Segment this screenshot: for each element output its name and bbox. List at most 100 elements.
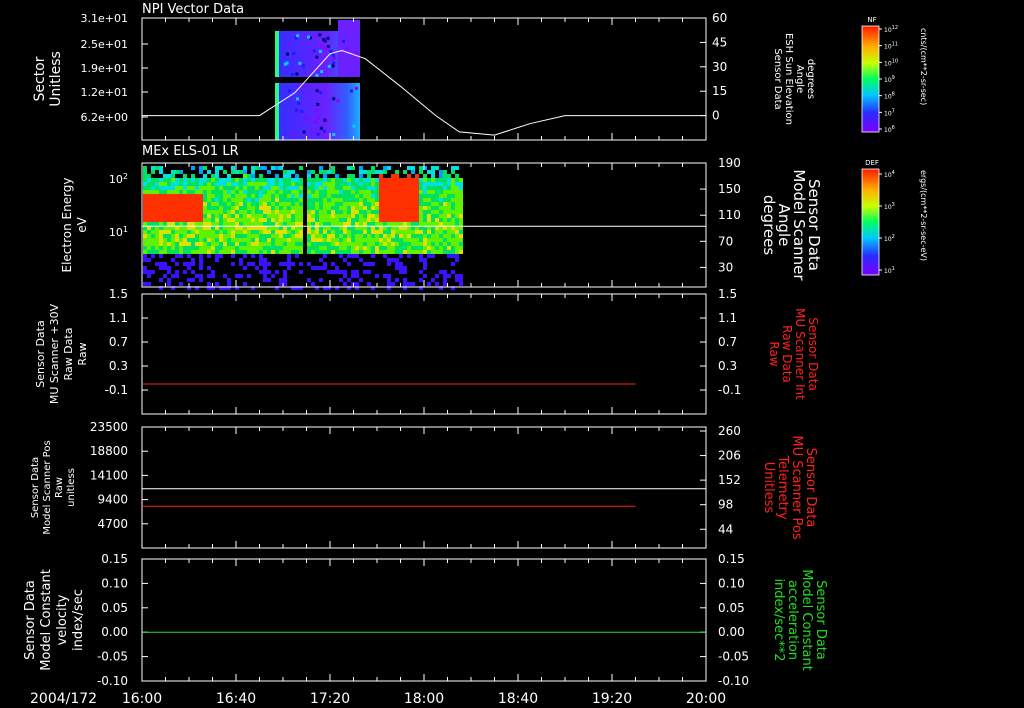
spectrogram-pixel xyxy=(275,174,279,178)
spectrogram-pixel xyxy=(403,210,407,214)
spectrogram-pixel xyxy=(411,170,415,174)
spectrogram-pixel xyxy=(263,166,267,170)
spectrogram-pixel xyxy=(359,194,363,198)
spectrogram-pixel xyxy=(179,198,183,202)
spectrogram-pixel xyxy=(279,242,283,246)
spectrogram-pixel xyxy=(339,246,343,250)
spectrogram-pixel xyxy=(247,214,251,218)
spectrogram-pixel xyxy=(347,198,351,202)
spectrogram-pixel xyxy=(295,214,299,218)
spectrogram-pixel xyxy=(323,266,327,270)
spectrogram-pixel xyxy=(143,198,147,202)
ylabel-left: Sensor Data xyxy=(34,320,47,387)
spectrogram-pixel xyxy=(167,234,171,238)
spectrogram-pixel xyxy=(423,186,427,190)
spectrogram-pixel xyxy=(223,218,227,222)
spectrogram-pixel xyxy=(243,186,247,190)
spectrogram-pixel xyxy=(399,234,403,238)
spectrogram-pixel xyxy=(251,222,255,226)
spectrogram-pixel xyxy=(423,206,427,210)
ytick-right-label: -0.10 xyxy=(718,674,749,688)
spectrogram-pixel xyxy=(307,214,311,218)
spectrogram-pixel xyxy=(423,274,427,278)
spectrogram-pixel xyxy=(399,266,403,270)
spectrogram-pixel xyxy=(335,230,339,234)
spectrogram-pixel xyxy=(195,190,199,194)
spectrogram-pixel xyxy=(319,198,323,202)
spectrogram-pixel xyxy=(371,214,375,218)
spectrogram-pixel xyxy=(387,230,391,234)
spectrogram-pixel xyxy=(395,222,399,226)
spectrogram-pixel xyxy=(391,242,395,246)
spectrogram-pixel xyxy=(179,238,183,242)
spectrogram-pixel xyxy=(319,206,323,210)
spectrogram-pixel xyxy=(239,186,243,190)
spectrogram-pixel xyxy=(371,182,375,186)
spectrogram-pixel xyxy=(247,234,251,238)
spectrogram-pixel xyxy=(255,218,259,222)
spectrogram-pixel xyxy=(411,210,415,214)
spectrogram-pixel xyxy=(387,258,391,262)
spectrogram-pixel xyxy=(291,262,295,266)
spectrogram-pixel xyxy=(363,230,367,234)
spectrogram-pixel xyxy=(423,230,427,234)
spectrogram-pixel xyxy=(459,218,463,222)
spectrogram-pixel xyxy=(163,250,167,254)
spectrogram-pixel xyxy=(363,198,367,202)
spectrogram-pixel xyxy=(343,222,347,226)
spectrogram-pixel xyxy=(275,234,279,238)
spectrogram-pixel xyxy=(363,234,367,238)
spectrogram-pixel xyxy=(395,278,399,282)
spectrogram-pixel xyxy=(439,222,443,226)
spectrogram-pixel xyxy=(207,266,211,270)
spectrogram-pixel xyxy=(195,274,199,278)
spectrogram-pixel xyxy=(255,186,259,190)
spectrogram-pixel xyxy=(315,206,319,210)
spectrogram-pixel xyxy=(183,250,187,254)
spectrogram-pixel xyxy=(195,238,199,242)
spectrogram-pixel xyxy=(215,210,219,214)
spectrogram-pixel xyxy=(335,246,339,250)
spectrogram-pixel xyxy=(455,258,459,262)
spectrogram-pixel xyxy=(347,202,351,206)
spectrogram-pixel xyxy=(223,210,227,214)
spectrogram-pixel xyxy=(383,202,387,206)
spectrogram-pixel xyxy=(349,89,353,93)
spectrogram-pixel xyxy=(443,242,447,246)
spectrogram-pixel xyxy=(167,174,171,178)
spectrogram-pixel xyxy=(399,246,403,250)
spectrogram-pixel xyxy=(231,214,235,218)
spectrogram-pixel xyxy=(251,198,255,202)
spectrogram-pixel xyxy=(159,170,163,174)
spectrogram-pixel xyxy=(323,178,327,182)
spectrogram-pixel xyxy=(235,246,239,250)
spectrogram-pixel xyxy=(343,210,347,214)
spectrogram-pixel xyxy=(299,178,303,182)
spectrogram-pixel xyxy=(291,222,295,226)
spectrogram-pixel xyxy=(275,190,279,194)
spectrogram-pixel xyxy=(435,238,439,242)
spectrogram-pixel xyxy=(403,282,407,286)
spectrogram-pixel xyxy=(391,214,395,218)
spectrogram-pixel xyxy=(443,186,447,190)
spectrogram-pixel xyxy=(299,270,303,274)
spectrogram-pixel xyxy=(243,282,247,286)
spectrogram-pixel xyxy=(347,218,351,222)
spectrogram-pixel xyxy=(171,246,175,250)
spectrogram-pixel xyxy=(311,282,315,286)
spectrogram-pixel xyxy=(343,198,347,202)
spectrogram-pixel xyxy=(311,250,315,254)
spectrogram-pixel xyxy=(195,194,199,198)
spectrogram-pixel xyxy=(403,250,407,254)
spectrogram-pixel xyxy=(207,202,211,206)
spectrogram-pixel xyxy=(431,210,435,214)
spectrogram-pixel xyxy=(403,222,407,226)
spectrogram-pixel xyxy=(383,198,387,202)
spectrogram-pixel xyxy=(339,254,343,258)
spectrogram-pixel xyxy=(187,238,191,242)
spectrogram-pixel xyxy=(315,218,319,222)
ylabel-right: Sensor Data xyxy=(813,580,828,660)
spectrogram-pixel xyxy=(311,178,315,182)
spectrogram-pixel xyxy=(191,270,195,274)
spectrogram-pixel xyxy=(459,214,463,218)
